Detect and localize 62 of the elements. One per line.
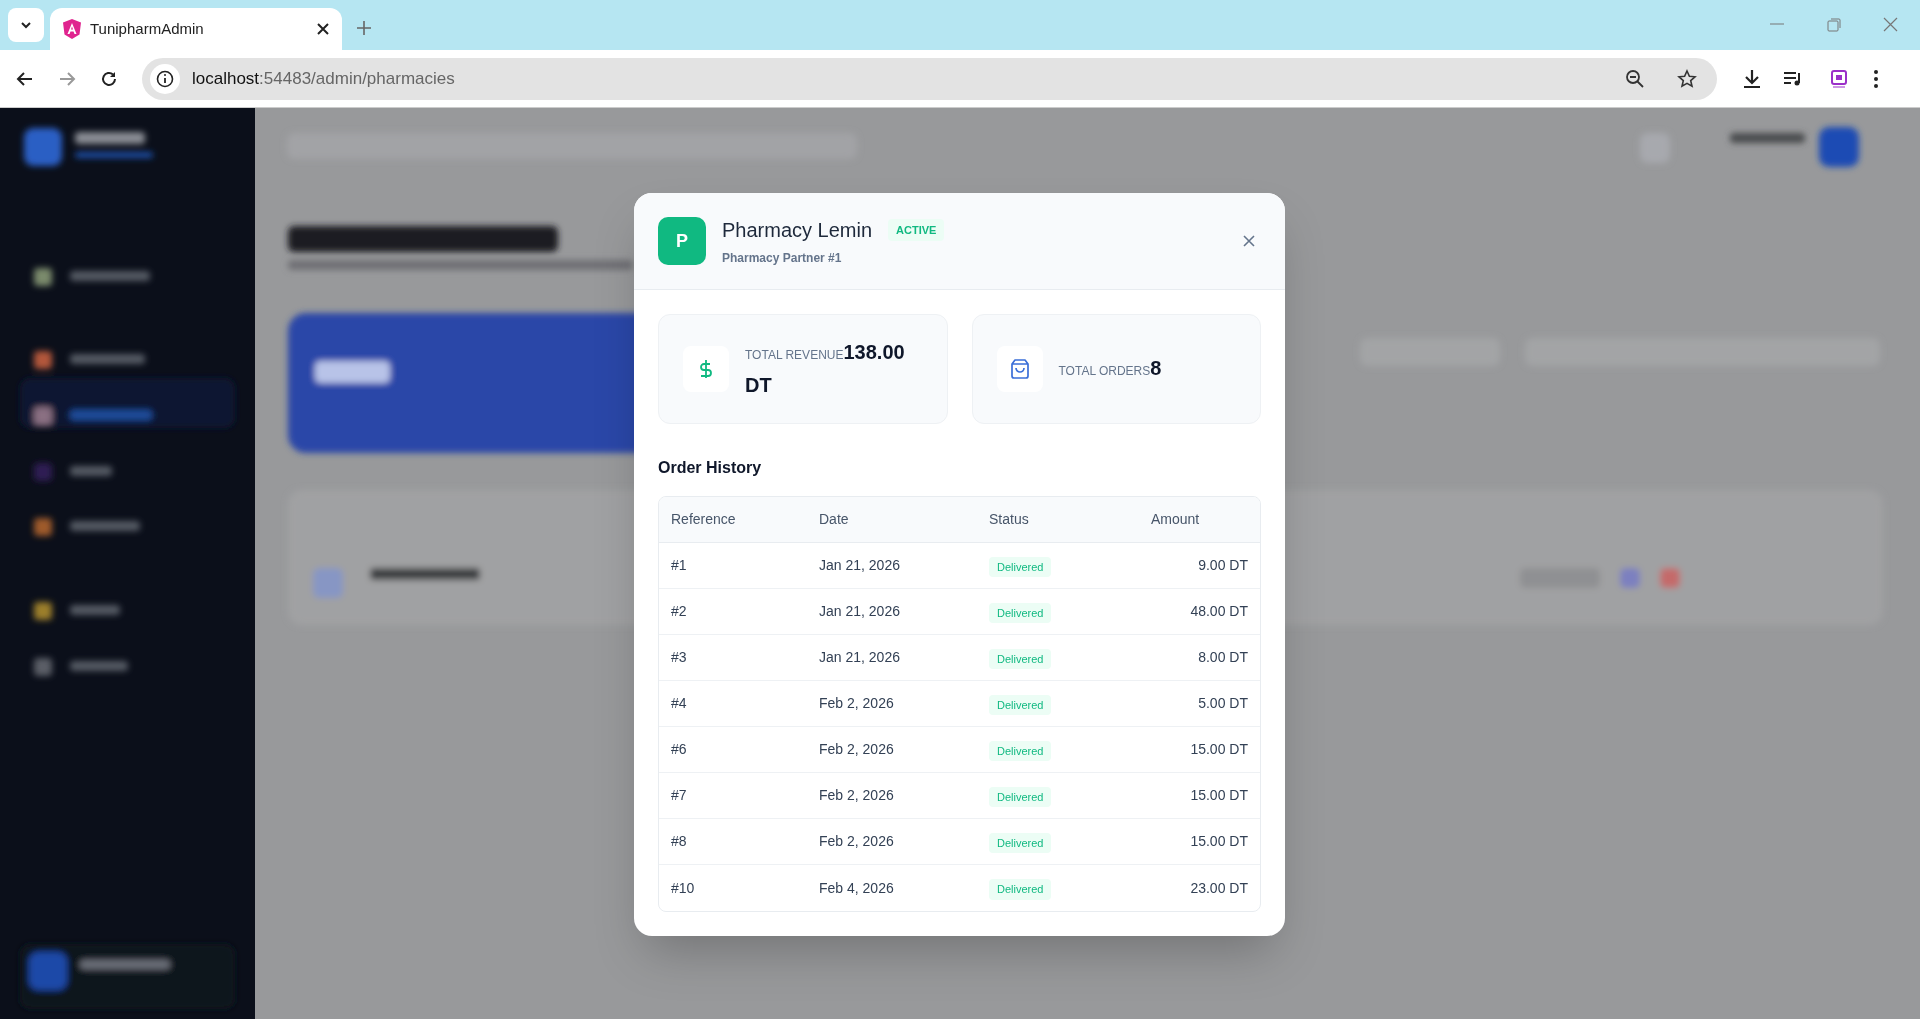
table-cell-text: 23.00 DT: [1189, 878, 1248, 898]
status-badge: Delivered: [989, 602, 1052, 623]
status-badge: Delivered: [989, 832, 1052, 853]
modal-subtitle: Pharmacy Partner #1: [722, 250, 843, 267]
menu-icon[interactable]: [1873, 68, 1879, 89]
column-header: Status: [989, 510, 1030, 529]
table-cell-text: 48.00 DT: [1189, 602, 1248, 621]
status-badge: Delivered: [989, 879, 1052, 900]
tab-title: TunipharmAdmin: [90, 18, 205, 39]
info-icon[interactable]: [150, 63, 180, 94]
table-cell-text: Feb 2, 2026: [819, 786, 895, 805]
extension-icon[interactable]: [1829, 68, 1849, 89]
browser-tab[interactable]: TunipharmAdmin: [50, 8, 342, 50]
table-cell-text: #8: [671, 832, 688, 851]
dollar-icon: [699, 359, 713, 379]
reload-icon[interactable]: [100, 69, 118, 88]
address-bar[interactable]: localhost:54483/admin/pharmacies: [142, 57, 1717, 100]
table-cell-text: 15.00 DT: [1189, 740, 1248, 759]
back-icon[interactable]: [16, 69, 34, 88]
table-cell-text: Jan 21, 2026: [819, 648, 901, 667]
column-header: Date: [819, 510, 850, 529]
stat-text: TOTAL REVENUE138.00 DT: [745, 339, 906, 398]
table-cell-text: #7: [671, 786, 688, 805]
table-cell-text: Feb 2, 2026: [819, 694, 895, 713]
table-cell-text: Jan 21, 2026: [819, 602, 901, 621]
section-title: Order History: [658, 458, 763, 478]
column-header: Reference: [671, 510, 737, 529]
table-cell-text: #6: [671, 740, 688, 759]
table-cell-text: #10: [671, 878, 696, 898]
table-cell-text: 15.00 DT: [1189, 786, 1248, 805]
table-cell-text: #1: [671, 556, 688, 575]
new-tab-icon[interactable]: [356, 20, 372, 36]
stat-text: TOTAL ORDERS8: [1058, 355, 1163, 381]
download-icon[interactable]: [1741, 67, 1763, 90]
table-cell-text: #3: [671, 648, 688, 667]
table-cell-text: 5.00 DT: [1197, 694, 1248, 713]
star-icon[interactable]: [1677, 68, 1697, 89]
zoom-out-icon[interactable]: [1625, 68, 1645, 89]
shield-logo-icon: [62, 18, 82, 40]
table-cell-text: #4: [671, 694, 688, 713]
avatar: P: [658, 217, 706, 265]
table-cell-text: 8.00 DT: [1197, 648, 1248, 667]
shopping-bag-icon: [1010, 359, 1029, 379]
modal-title: Pharmacy Lemin: [722, 218, 873, 243]
forward-icon[interactable]: [58, 69, 76, 88]
table-cell-text: Jan 21, 2026: [819, 556, 901, 575]
status-badge: Delivered: [989, 694, 1052, 715]
table-cell-text: 9.00 DT: [1197, 556, 1248, 575]
close-icon: [1243, 235, 1255, 247]
status-badge: Delivered: [989, 556, 1052, 577]
column-header: Amount: [1150, 510, 1201, 529]
url-text: localhost:54483/admin/pharmacies: [192, 67, 456, 90]
table-cell-text: 15.00 DT: [1189, 832, 1248, 851]
status-badge: Delivered: [989, 740, 1052, 761]
table-cell-text: Feb 2, 2026: [819, 740, 895, 759]
table-cell-text: Feb 2, 2026: [819, 832, 895, 851]
close-icon[interactable]: [316, 22, 330, 36]
table-cell-text: #2: [671, 602, 688, 621]
status-badge: Delivered: [989, 786, 1052, 807]
table-cell-text: Feb 4, 2026: [819, 878, 895, 898]
status-label: ACTIVE: [888, 218, 945, 242]
status-badge: Delivered: [989, 648, 1052, 669]
